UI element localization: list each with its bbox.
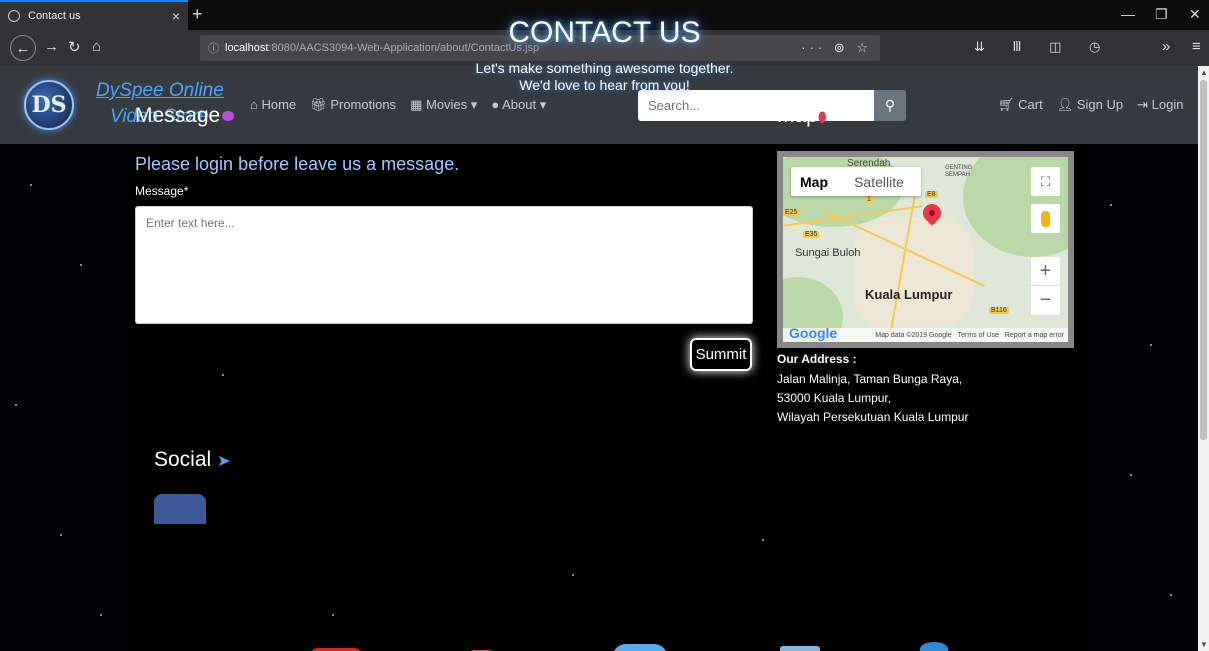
cart-icon: 🛒︎: [998, 97, 1015, 112]
user-icon: 👤︎: [1056, 97, 1074, 112]
map-shield-b116: B116: [989, 307, 1009, 314]
caret-down-icon: ▾: [539, 97, 547, 112]
address-line1: Jalan Malinja, Taman Bunga Raya,: [777, 372, 963, 386]
signup-label: Sign Up: [1076, 97, 1124, 112]
info-circle-icon: ●: [491, 97, 500, 112]
map-marker-dot: [929, 210, 935, 216]
map-label-genting: GENTING SEMPAH: [945, 165, 973, 178]
signup-link[interactable]: 👤︎ Sign Up: [1057, 97, 1123, 113]
facebook-icon[interactable]: [154, 494, 206, 524]
login-link[interactable]: ⇥ Login: [1137, 97, 1183, 113]
star-decoration: [1170, 594, 1172, 596]
logo-text: DS: [31, 92, 67, 118]
main-nav: ⌂ Home 🎁︎ Promotions ▦ Movies ▾ ● About …: [250, 97, 546, 113]
map-heading-text: Map: [777, 104, 818, 127]
caret-down-icon: ▾: [470, 97, 478, 112]
nav-movies[interactable]: ▦ Movies ▾: [410, 97, 477, 113]
login-label: Login: [1151, 97, 1184, 112]
cart-label: Cart: [1018, 97, 1043, 112]
map-report-link[interactable]: Report a map error: [1005, 332, 1064, 339]
star-decoration: [572, 574, 574, 576]
house-icon: ⌂: [250, 97, 258, 112]
map-pin-icon: ⬮: [817, 109, 827, 125]
scrollbar-thumb[interactable]: [1200, 80, 1207, 440]
scroll-down-icon[interactable]: ▼: [1200, 640, 1208, 649]
google-logo[interactable]: Google: [789, 325, 837, 341]
nav-movies-label: Movies: [425, 97, 468, 112]
message-heading-text: Message: [135, 104, 221, 127]
map-type-toggle: Map Satellite: [791, 167, 921, 196]
map-shield-e35: E35: [803, 231, 820, 238]
star-decoration: [60, 534, 62, 536]
search-input[interactable]: Search...: [638, 90, 874, 121]
pegman-icon[interactable]: [1031, 204, 1060, 233]
message-heading: Message: [135, 104, 235, 128]
zoom-in-button[interactable]: +: [1031, 257, 1060, 285]
subtitle-line1: Let's make something awesome together.: [475, 60, 734, 76]
address-line2: 53000 Kuala Lumpur,: [777, 391, 892, 405]
email-icon[interactable]: [780, 646, 820, 651]
sign-in-icon: ⇥: [1137, 97, 1148, 112]
nav-promotions[interactable]: 🎁︎ Promotions: [310, 97, 396, 113]
address-title: Our Address :: [777, 352, 857, 366]
account-nav: 🛒︎ Cart 👤︎ Sign Up ⇥ Login: [998, 97, 1183, 113]
page-title: CONTACT US: [508, 16, 701, 49]
login-notice: Please login before leave us a message.: [135, 154, 460, 174]
star-decoration: [80, 264, 82, 266]
message-label: Message*: [135, 184, 189, 198]
nav-about-label: About: [502, 97, 537, 112]
address-line3: Wilayah Persekutuan Kuala Lumpur: [777, 410, 969, 424]
page-subtitle: Let's make something awesome together. W…: [0, 60, 1209, 94]
map-zoom-control: + −: [1031, 257, 1060, 315]
map-type-map[interactable]: Map: [791, 167, 837, 196]
star-decoration: [1130, 474, 1132, 476]
map-heading: Map⬮: [777, 104, 827, 128]
search-icon: ⚲: [884, 97, 896, 113]
star-decoration: [15, 404, 17, 406]
location-icon[interactable]: [920, 642, 948, 651]
nav-home-label: Home: [261, 97, 297, 112]
message-textarea[interactable]: [135, 206, 753, 324]
map-type-satellite[interactable]: Satellite: [837, 167, 921, 196]
map-terms-link[interactable]: Terms of Use: [958, 332, 999, 339]
subtitle-line2: We'd love to hear from you!: [519, 77, 690, 93]
map-shield-e25: E25: [783, 209, 800, 216]
fullscreen-icon[interactable]: ⛶: [1031, 167, 1060, 196]
nav-home[interactable]: ⌂ Home: [250, 97, 296, 113]
social-heading: Social ➤: [154, 448, 230, 472]
chat-icon: [222, 111, 235, 122]
star-decoration: [222, 374, 224, 376]
twitter-icon[interactable]: [612, 644, 668, 651]
pegman-body: [1041, 210, 1050, 227]
social-heading-text: Social: [154, 448, 212, 471]
submit-button[interactable]: Summit: [690, 338, 752, 371]
cart-link[interactable]: 🛒︎ Cart: [998, 97, 1043, 113]
zoom-out-button[interactable]: −: [1031, 285, 1060, 314]
star-decoration: [332, 614, 334, 616]
map-data-credit: Map data ©2019 Google: [875, 331, 952, 339]
star-decoration: [1150, 344, 1152, 346]
nav-promotions-label: Promotions: [330, 97, 397, 112]
film-icon: ▦: [410, 97, 423, 112]
map-shield-e8: E8: [925, 191, 938, 198]
star-decoration: [30, 184, 32, 186]
star-decoration: [1110, 204, 1112, 206]
nav-about[interactable]: ● About ▾: [491, 97, 546, 113]
search-button[interactable]: ⚲: [874, 90, 906, 121]
map-label-sungai-buloh: Sungai Buloh: [795, 247, 861, 259]
paper-plane-icon: ➤: [217, 453, 231, 470]
google-map[interactable]: Serendah GENTING SEMPAH E25 E35 E8 1 B11…: [777, 151, 1074, 348]
map-shield-route1: 1: [865, 196, 873, 203]
map-label-kuala-lumpur: Kuala Lumpur: [865, 287, 953, 302]
gift-icon: 🎁︎: [310, 97, 327, 112]
star-decoration: [100, 614, 102, 616]
star-decoration: [762, 539, 764, 541]
